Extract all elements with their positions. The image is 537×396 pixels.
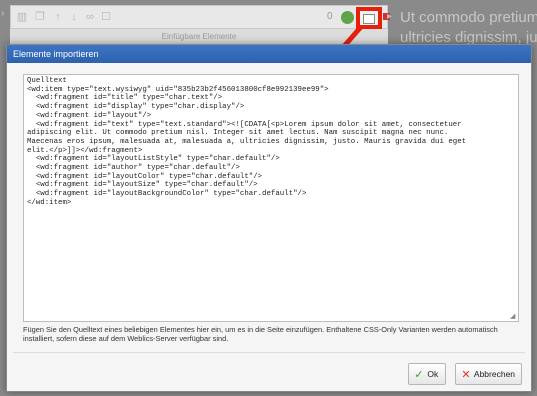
chevron-right-icon[interactable]: ▸ — [387, 11, 392, 22]
background-text-line: Ut commodo pretium — [400, 9, 537, 26]
divider — [13, 352, 525, 353]
copy-icon[interactable]: ❐ — [33, 10, 47, 24]
status-dot-icon — [341, 11, 354, 24]
source-code-input[interactable]: Quelltext <wd:item type="text.wysiwyg" u… — [23, 74, 519, 322]
cancel-label: Abbrechen — [473, 369, 516, 379]
link-icon[interactable]: ∞ — [83, 10, 97, 24]
arrow-down-icon[interactable]: ↓ — [67, 10, 81, 24]
help-text: Fügen Sie den Quelltext eines beliebigen… — [23, 325, 498, 343]
arrow-up-icon[interactable]: ↑ — [51, 10, 65, 24]
import-icon — [363, 14, 375, 24]
background-text: Ut commodo pretium ultricies dignissim, … — [400, 8, 537, 48]
trash-icon[interactable]: ▥ — [15, 10, 29, 24]
checkbox-icon[interactable]: ☐ — [99, 10, 113, 24]
import-dialog: Elemente importieren Quelltext <wd:item … — [6, 44, 532, 392]
ok-label: Ok — [427, 369, 439, 379]
resize-grip-icon[interactable]: ◢ — [510, 313, 517, 320]
cancel-button[interactable]: ✕ Abbrechen — [455, 363, 522, 385]
panel-toggle-icon[interactable]: › — [1, 8, 9, 22]
ok-button[interactable]: ✓ Ok — [408, 363, 446, 385]
checkmark-icon: ✓ — [414, 368, 424, 381]
x-icon: ✕ — [461, 368, 471, 381]
dialog-title: Elemente importieren — [7, 45, 531, 63]
element-count: 0 — [327, 11, 333, 22]
